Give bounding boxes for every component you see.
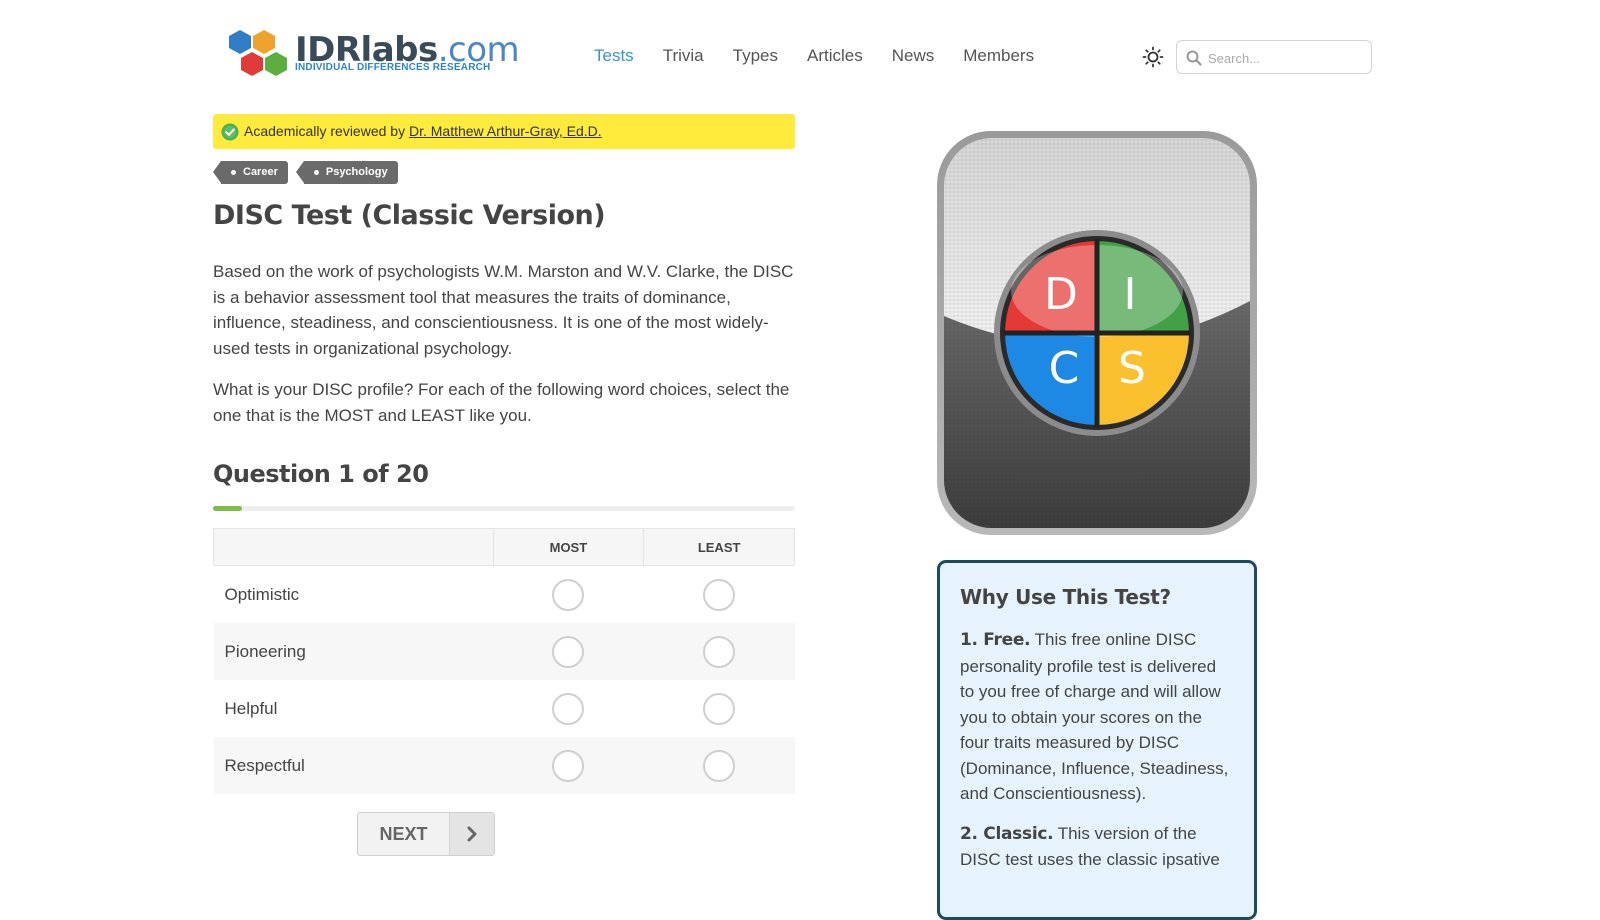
most-radio[interactable] — [552, 749, 585, 782]
review-banner: Academically reviewed by Dr. Matthew Art… — [213, 114, 795, 149]
main-nav: Tests Trivia Types Articles News Members — [594, 46, 1063, 66]
word-column-header — [213, 528, 494, 566]
disc-letter-c: C — [1049, 343, 1080, 394]
why-item-lead: 2. Classic. — [960, 823, 1054, 844]
progress-fill — [213, 506, 243, 511]
tag-psychology[interactable]: Psychology — [295, 161, 398, 184]
option-label: Optimistic — [213, 565, 494, 623]
disc-app-icon: D I C S — [937, 131, 1257, 535]
table-row: Pioneering — [213, 623, 795, 680]
nav-types[interactable]: Types — [733, 46, 778, 66]
question-table: MOST LEAST Optimistic Pioneering Helpful… — [213, 528, 795, 794]
disc-letter-s: S — [1118, 343, 1146, 394]
search-input[interactable] — [1206, 47, 1370, 69]
table-row: Helpful — [213, 680, 795, 737]
next-button[interactable]: NEXT — [357, 812, 495, 856]
disc-letter-d: D — [1044, 269, 1078, 320]
why-title: Why Use This Test? — [960, 585, 1171, 609]
nav-tests[interactable]: Tests — [594, 46, 634, 66]
tag-career[interactable]: Career — [213, 161, 288, 184]
why-item-free: 1. Free. This free online DISC personali… — [960, 627, 1234, 807]
logo-hexagons-icon — [229, 30, 287, 76]
site-logo[interactable]: IDRlabs.com INDIVIDUAL DIFFERENCES RESEA… — [227, 28, 520, 80]
most-radio[interactable] — [552, 692, 585, 725]
option-label: Respectful — [213, 737, 494, 794]
most-radio[interactable] — [552, 635, 585, 668]
table-header-row: MOST LEAST — [213, 528, 795, 566]
tag-list: Career Psychology — [213, 161, 406, 184]
nav-news[interactable]: News — [892, 46, 935, 66]
least-radio[interactable] — [703, 578, 736, 611]
search-icon — [1186, 50, 1202, 66]
search-box[interactable] — [1176, 40, 1372, 74]
page-title: DISC Test (Classic Version) — [213, 200, 606, 231]
progress-bar — [213, 506, 795, 511]
table-row: Optimistic — [213, 565, 795, 623]
least-radio[interactable] — [703, 749, 736, 782]
option-label: Pioneering — [213, 623, 494, 680]
next-label: NEXT — [358, 813, 450, 855]
chevron-right-icon — [450, 813, 494, 855]
reviewer-link[interactable]: Dr. Matthew Arthur-Gray, Ed.D. — [409, 123, 602, 139]
disc-letter-i: I — [1124, 269, 1137, 320]
why-item-text: This free online DISC personality profil… — [960, 630, 1229, 803]
nav-members[interactable]: Members — [963, 46, 1034, 66]
most-column-header: MOST — [492, 528, 645, 566]
why-use-box: Why Use This Test? 1. Free. This free on… — [937, 560, 1257, 920]
logo-tagline: INDIVIDUAL DIFFERENCES RESEARCH — [295, 62, 491, 73]
verified-check-icon — [221, 123, 239, 141]
sun-icon[interactable] — [1142, 46, 1164, 68]
nav-articles[interactable]: Articles — [807, 46, 863, 66]
most-radio[interactable] — [552, 578, 585, 611]
table-row: Respectful — [213, 737, 795, 794]
nav-trivia[interactable]: Trivia — [663, 46, 704, 66]
review-prefix: Academically reviewed by — [244, 123, 409, 139]
least-radio[interactable] — [703, 692, 736, 725]
intro-paragraph: Based on the work of psychologists W.M. … — [213, 262, 794, 358]
option-label: Helpful — [213, 680, 494, 737]
why-item-classic: 2. Classic. This version of the DISC tes… — [960, 821, 1234, 873]
least-column-header: LEAST — [643, 528, 795, 566]
why-item-lead: 1. Free. — [960, 630, 1031, 650]
question-heading: Question 1 of 20 — [213, 460, 429, 488]
least-radio[interactable] — [703, 635, 736, 668]
instructions-paragraph: What is your DISC profile? For each of t… — [213, 380, 790, 425]
